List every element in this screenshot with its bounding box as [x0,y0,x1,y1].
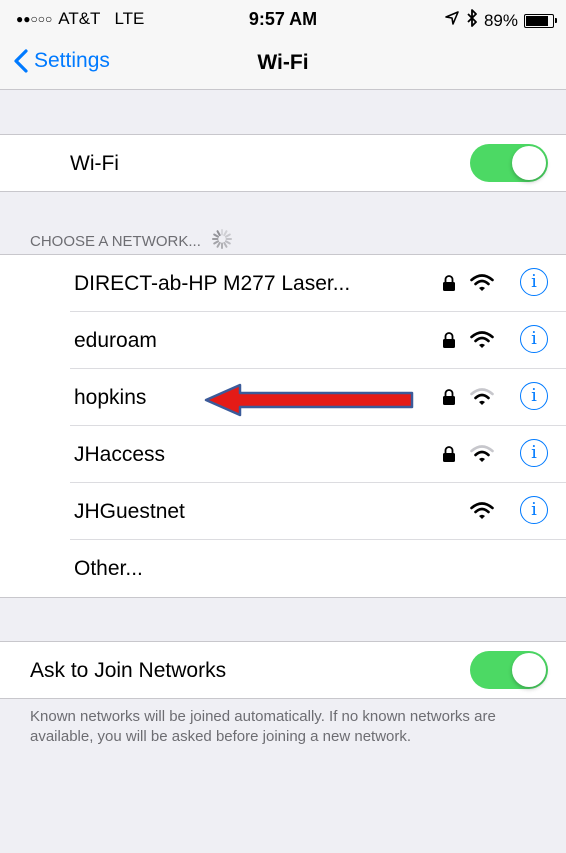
wifi-signal-icon [470,388,494,405]
wifi-toggle-switch[interactable] [470,144,548,182]
navigation-bar: Settings Wi-Fi [0,40,566,90]
wifi-toggle-group: Wi-Fi [0,134,566,192]
bluetooth-icon [466,9,478,32]
info-icon[interactable]: i [520,268,548,296]
section-header-label: CHOOSE A NETWORK... [30,232,201,250]
status-bar: ●●○○○ AT&T LTE 9:57 AM 89% [0,0,566,40]
other-network-label: Other... [74,557,143,580]
footer-note: Known networks will be joined automatica… [30,708,496,745]
ask-to-join-row: Ask to Join Networks [0,642,566,699]
info-icon[interactable]: i [520,382,548,410]
network-name: DIRECT-ab-HP M277 Laser... [74,272,351,295]
network-row[interactable]: eduroam i [0,312,566,369]
location-arrow-icon [444,10,460,31]
lock-icon [443,389,455,405]
network-row[interactable]: DIRECT-ab-HP M277 Laser... i [0,255,566,312]
info-icon[interactable]: i [520,496,548,524]
other-network-row[interactable]: Other... [0,540,566,597]
red-arrow-annotation [204,383,414,417]
wifi-signal-icon [470,445,494,462]
battery-percent: 89% [483,10,518,30]
ask-to-join-group: Ask to Join Networks [0,641,566,699]
wifi-toggle-label: Wi-Fi [70,152,119,175]
wifi-signal-icon [470,274,494,291]
network-list: DIRECT-ab-HP M277 Laser... i eduroam i hopki… [0,254,566,598]
battery-fill [526,15,549,26]
network-name: eduroam [74,329,157,352]
status-right: 89% [444,9,557,32]
info-icon[interactable]: i [520,439,548,467]
network-row[interactable]: JHGuestnet i [0,483,566,540]
ask-to-join-label: Ask to Join Networks [30,659,227,682]
section-header: CHOOSE A NETWORK... [30,228,233,254]
toggle-knob [512,653,546,687]
network-name: JHaccess [74,443,166,466]
battery-icon [524,13,557,28]
ask-to-join-switch[interactable] [470,651,548,689]
lock-icon [443,332,455,348]
info-icon[interactable]: i [520,325,548,353]
lock-icon [443,275,455,291]
lock-icon [443,446,455,462]
page-title: Wi-Fi [257,51,309,74]
network-name: JHGuestnet [74,500,185,523]
wifi-signal-icon [470,502,494,519]
toggle-knob [512,146,546,180]
wifi-signal-icon [470,331,494,348]
network-name: hopkins [74,386,147,409]
network-row[interactable]: JHaccess i [0,426,566,483]
wifi-toggle-row: Wi-Fi [0,135,566,192]
loading-spinner-icon [211,228,233,254]
